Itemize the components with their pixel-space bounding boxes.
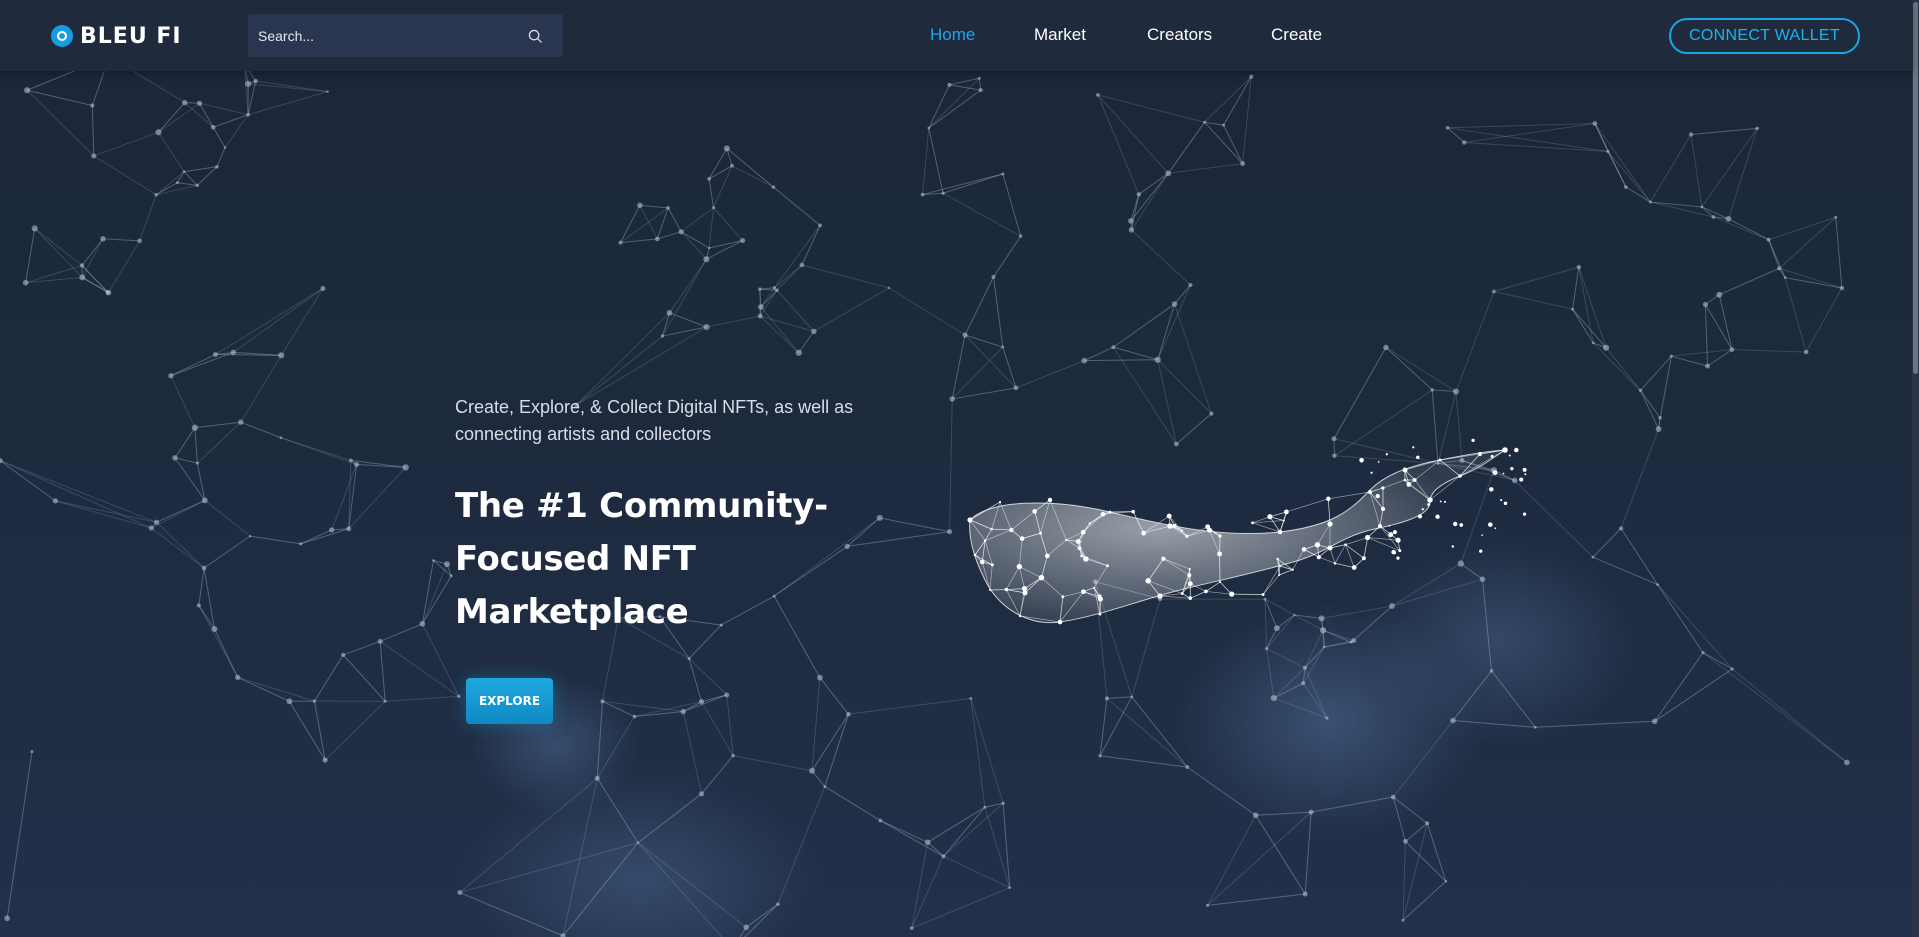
brand-logo[interactable]: BLEU FI [51, 23, 182, 49]
scrollbar-thumb[interactable] [1913, 2, 1918, 374]
hero-title: The #1 Community-Focused NFT Marketplace [455, 486, 828, 632]
nav-creators[interactable]: Creators [1147, 25, 1212, 45]
nav-home[interactable]: Home [930, 25, 975, 45]
page-scrollbar[interactable] [1912, 0, 1919, 937]
hero-background: Create, Explore, & Collect Digital NFTs,… [0, 0, 1912, 937]
plexus-network-background [0, 53, 1850, 937]
top-navbar: BLEU FI Home Market Creators Create CONN… [0, 0, 1912, 71]
explore-button[interactable]: EXPLORE [466, 678, 553, 724]
search-icon[interactable] [528, 29, 543, 44]
hero-subtitle: Create, Explore, & Collect Digital NFTs,… [455, 397, 854, 444]
search-input[interactable] [248, 14, 518, 57]
search-bar [248, 14, 563, 57]
brand-name: BLEU FI [80, 23, 182, 49]
whale-illustration [967, 438, 1527, 625]
nav-market[interactable]: Market [1034, 25, 1086, 45]
connect-wallet-button[interactable]: CONNECT WALLET [1669, 18, 1860, 54]
nav-create[interactable]: Create [1271, 25, 1322, 45]
logo-mark-icon [51, 25, 73, 47]
